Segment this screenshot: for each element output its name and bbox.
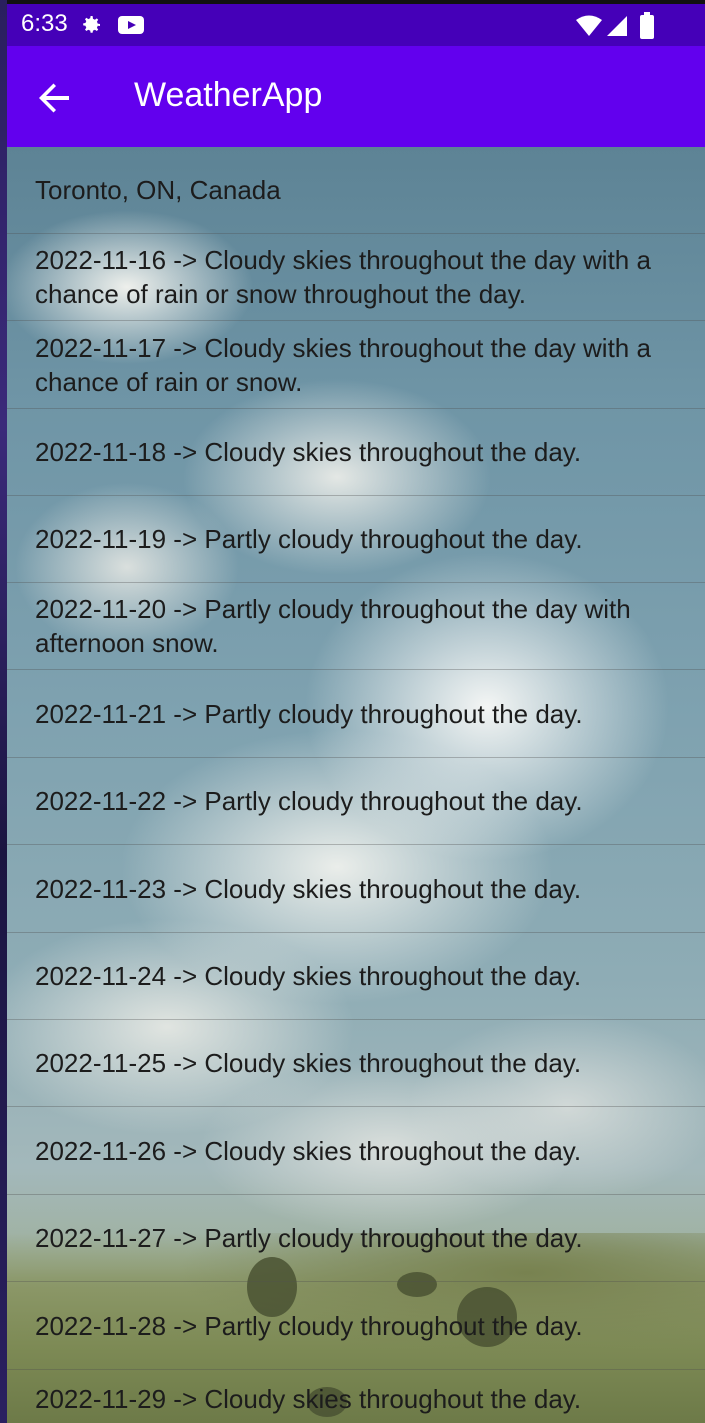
forecast-text: 2022-11-19 -> Partly cloudy throughout t… bbox=[35, 524, 583, 554]
list-item[interactable]: 2022-11-22 -> Partly cloudy throughout t… bbox=[7, 758, 705, 845]
forecast-text: 2022-11-24 -> Cloudy skies throughout th… bbox=[35, 961, 582, 991]
app-bar: WeatherApp bbox=[7, 46, 705, 147]
forecast-text: 2022-11-18 -> Cloudy skies throughout th… bbox=[35, 437, 582, 467]
gear-icon bbox=[79, 13, 103, 41]
emulator-edge bbox=[0, 0, 7, 1423]
list-item[interactable]: 2022-11-21 -> Partly cloudy throughout t… bbox=[7, 670, 705, 758]
forecast-text: 2022-11-16 -> Cloudy skies throughout th… bbox=[35, 245, 651, 309]
list-item[interactable]: 2022-11-16 -> Cloudy skies throughout th… bbox=[7, 234, 705, 321]
location-label: Toronto, ON, Canada bbox=[35, 175, 281, 205]
list-item[interactable]: 2022-11-26 -> Cloudy skies throughout th… bbox=[7, 1107, 705, 1195]
list-item[interactable]: 2022-11-23 -> Cloudy skies throughout th… bbox=[7, 845, 705, 933]
location-row: Toronto, ON, Canada bbox=[7, 147, 705, 234]
forecast-list[interactable]: Toronto, ON, Canada 2022-11-16 -> Cloudy… bbox=[7, 147, 705, 1423]
forecast-text: 2022-11-26 -> Cloudy skies throughout th… bbox=[35, 1135, 582, 1166]
forecast-text: 2022-11-20 -> Partly cloudy throughout t… bbox=[35, 594, 631, 658]
forecast-text: 2022-11-29 -> Cloudy skies throughout th… bbox=[35, 1383, 582, 1414]
forecast-text: 2022-11-28 -> Partly cloudy throughout t… bbox=[35, 1310, 583, 1341]
list-item[interactable]: 2022-11-27 -> Partly cloudy throughout t… bbox=[7, 1195, 705, 1282]
signal-icon bbox=[605, 14, 629, 42]
list-item[interactable]: 2022-11-29 -> Cloudy skies throughout th… bbox=[7, 1370, 705, 1423]
youtube-icon bbox=[117, 13, 145, 41]
status-time: 6:33 bbox=[21, 10, 68, 37]
forecast-text: 2022-11-25 -> Cloudy skies throughout th… bbox=[35, 1048, 582, 1078]
list-item[interactable]: 2022-11-20 -> Partly cloudy throughout t… bbox=[7, 583, 705, 670]
forecast-text: 2022-11-17 -> Cloudy skies throughout th… bbox=[35, 332, 651, 397]
wifi-icon bbox=[575, 14, 603, 42]
arrow-left-icon[interactable] bbox=[37, 80, 73, 116]
status-bar: 6:33 bbox=[7, 0, 705, 46]
app-title: WeatherApp bbox=[134, 76, 323, 114]
list-item[interactable]: 2022-11-24 -> Cloudy skies throughout th… bbox=[7, 933, 705, 1020]
list-item[interactable]: 2022-11-18 -> Cloudy skies throughout th… bbox=[7, 409, 705, 496]
list-item[interactable]: 2022-11-25 -> Cloudy skies throughout th… bbox=[7, 1020, 705, 1107]
forecast-text: 2022-11-23 -> Cloudy skies throughout th… bbox=[35, 873, 582, 904]
list-item[interactable]: 2022-11-17 -> Cloudy skies throughout th… bbox=[7, 321, 705, 409]
list-item[interactable]: 2022-11-19 -> Partly cloudy throughout t… bbox=[7, 496, 705, 583]
battery-icon bbox=[639, 12, 655, 44]
forecast-text: 2022-11-21 -> Partly cloudy throughout t… bbox=[35, 698, 583, 729]
forecast-text: 2022-11-22 -> Partly cloudy throughout t… bbox=[35, 786, 583, 816]
device-screen: 6:33 WeatherApp Toronto, ON, Canada 2022… bbox=[0, 0, 705, 1423]
list-item[interactable]: 2022-11-28 -> Partly cloudy throughout t… bbox=[7, 1282, 705, 1370]
forecast-text: 2022-11-27 -> Partly cloudy throughout t… bbox=[35, 1223, 583, 1253]
